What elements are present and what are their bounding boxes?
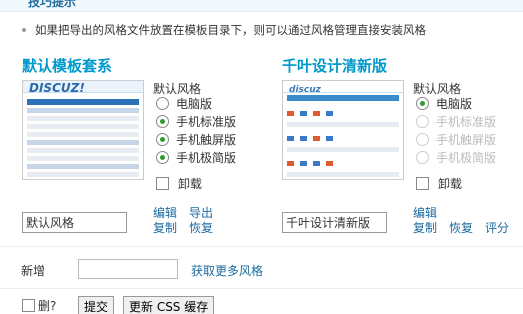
option-mobile-touch[interactable]: 手机触屏版 <box>156 132 236 148</box>
add-style-input[interactable] <box>78 259 178 279</box>
style-name-qianye: 千叶设计清新版 <box>282 57 388 75</box>
tip-line: 如果把导出的风格文件放置在模板目录下，则可以通过风格管理直接安装风格 <box>22 22 426 38</box>
option-pc[interactable]: 电脑版 <box>416 96 472 112</box>
uninstall-checkbox[interactable] <box>416 177 429 190</box>
delete-option[interactable]: 删? <box>22 297 56 314</box>
copy-link[interactable]: 复制 <box>413 219 437 236</box>
radio-button-disabled <box>416 115 429 128</box>
thumb-logo: discuz <box>289 85 321 95</box>
radio-button-checked[interactable] <box>156 133 169 146</box>
update-css-cache-button[interactable]: 更新 CSS 缓存 <box>123 296 215 314</box>
radio-button-disabled <box>416 151 429 164</box>
default-mode-label: 默认风格 <box>153 82 202 96</box>
style-thumbnail-qianye[interactable]: discuz <box>282 80 404 180</box>
rate-link[interactable]: 评分 <box>485 219 509 236</box>
tip-text: 如果把导出的风格文件放置在模板目录下，则可以通过风格管理直接安装风格 <box>35 23 426 37</box>
radio-button[interactable] <box>156 97 169 110</box>
option-mobile-standard: 手机标准版 <box>416 114 496 130</box>
divider <box>0 288 523 289</box>
restore-link[interactable]: 恢复 <box>449 219 473 236</box>
submit-button[interactable]: 提交 <box>78 296 115 314</box>
style-name-input[interactable] <box>22 212 127 233</box>
default-mode-label: 默认风格 <box>413 82 462 96</box>
bullet-icon <box>22 27 26 32</box>
thumb-logo: DISCUZ! <box>29 81 85 95</box>
uninstall-option[interactable]: 卸载 <box>156 176 202 192</box>
radio-button-disabled <box>416 133 429 146</box>
style-name-input[interactable] <box>282 212 387 233</box>
option-pc[interactable]: 电脑版 <box>156 96 212 112</box>
style-thumbnail-default[interactable]: DISCUZ! <box>22 80 144 180</box>
option-mobile-simple[interactable]: 手机极简版 <box>156 150 236 166</box>
add-label: 新增 <box>21 264 46 278</box>
style-name-default: 默认模板套系 <box>22 57 113 75</box>
get-more-styles-link[interactable]: 获取更多风格 <box>191 262 263 279</box>
option-mobile-simple: 手机极简版 <box>416 150 496 166</box>
uninstall-option[interactable]: 卸载 <box>416 176 462 192</box>
radio-button-checked[interactable] <box>156 115 169 128</box>
tips-title: 技巧提示 <box>28 0 77 9</box>
copy-link[interactable]: 复制 <box>153 219 177 236</box>
divider <box>0 246 523 247</box>
option-mobile-standard[interactable]: 手机标准版 <box>156 114 236 130</box>
delete-checkbox[interactable] <box>22 299 35 312</box>
radio-button-checked[interactable] <box>156 151 169 164</box>
option-mobile-touch: 手机触屏版 <box>416 132 496 148</box>
uninstall-checkbox[interactable] <box>156 177 169 190</box>
radio-button-checked[interactable] <box>416 97 429 110</box>
tips-header: 技巧提示 <box>0 0 523 12</box>
restore-link[interactable]: 恢复 <box>189 219 213 236</box>
